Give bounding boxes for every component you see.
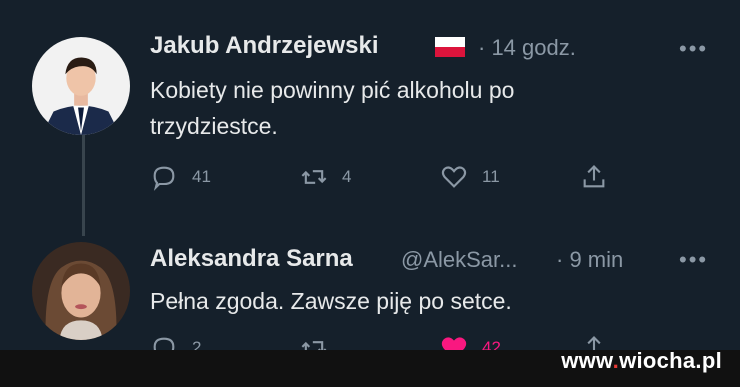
like-count: 11 bbox=[482, 167, 500, 186]
author-name[interactable]: Aleksandra Sarna bbox=[150, 245, 353, 273]
more-options-icon[interactable]: ••• bbox=[679, 247, 708, 273]
avatar-aleksandra[interactable] bbox=[32, 242, 130, 340]
author-name[interactable]: Jakub Andrzejewski bbox=[150, 32, 379, 60]
reply-icon bbox=[153, 166, 175, 191]
tweet-timestamp[interactable]: · 14 godz. bbox=[478, 35, 576, 61]
like-icon bbox=[441, 166, 467, 188]
like-button[interactable]: 11 bbox=[440, 163, 500, 191]
tweet-timestamp[interactable]: · 9 min bbox=[556, 247, 623, 273]
tweet-text: Kobiety nie powinny pić alkoholu po trzy… bbox=[150, 72, 690, 144]
retweet-count: 4 bbox=[342, 167, 352, 186]
more-options-icon[interactable]: ••• bbox=[679, 36, 708, 62]
watermark-domain: wiocha.pl bbox=[619, 348, 722, 373]
tweet-text-line: Kobiety nie powinny pić alkoholu po bbox=[150, 77, 515, 103]
author-handle[interactable]: @AlekSar... bbox=[401, 247, 518, 273]
thread-connector-line bbox=[82, 132, 85, 236]
avatar-jakub[interactable] bbox=[32, 37, 130, 135]
poland-flag-icon bbox=[435, 37, 465, 57]
retweet-icon bbox=[301, 170, 327, 184]
retweet-button[interactable]: 4 bbox=[300, 163, 351, 191]
reply-count: 41 bbox=[192, 167, 211, 186]
tweet-text-line: trzydziestce. bbox=[150, 113, 278, 139]
share-button[interactable] bbox=[580, 163, 622, 191]
watermark: www.wiocha.pl bbox=[561, 348, 722, 374]
watermark-prefix: www bbox=[561, 348, 613, 373]
tweet-text-line: Pełna zgoda. Zawsze piję po setce. bbox=[150, 288, 512, 314]
share-icon bbox=[583, 165, 605, 188]
reply-button[interactable]: 41 bbox=[150, 163, 211, 191]
tweet-text: Pełna zgoda. Zawsze piję po setce. bbox=[150, 283, 690, 319]
